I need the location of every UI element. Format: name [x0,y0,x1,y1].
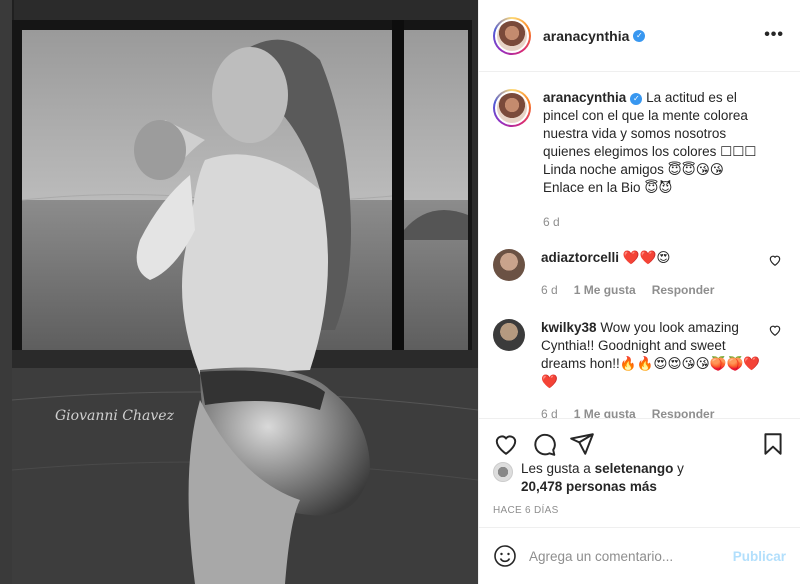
caption-time[interactable]: 6 d [543,213,560,231]
likes-mid: y [673,461,684,476]
comment-item: adiaztorcelli ❤️❤️😍 6 d 1 Me gusta Respo… [493,249,786,299]
like-heart-icon[interactable] [493,431,519,457]
comment-likes[interactable]: 1 Me gusta [574,405,636,418]
commenter-avatar[interactable] [493,249,525,281]
comment-username[interactable]: adiaztorcelli [541,250,619,265]
likes-count[interactable]: 20,478 personas más [521,479,657,494]
share-send-icon[interactable] [569,431,595,457]
post-header: aranacynthia ✓ ••• [479,0,800,72]
comment-input[interactable]: Agrega un comentario... [529,549,733,564]
author-username[interactable]: aranacynthia [543,28,629,44]
comments-list[interactable]: aranacynthia ✓ La actitud es el pincel co… [479,73,800,418]
comment-bubble-icon[interactable] [531,431,557,457]
comment-time[interactable]: 6 d [541,281,558,299]
publish-button[interactable]: Publicar [733,549,786,564]
caption-text: La actitud es el pincel con el que la me… [543,90,757,195]
likes-prefix: Les gusta a [521,461,595,476]
comment-username[interactable]: kwilky38 [541,320,597,335]
liker-avatar[interactable] [493,462,513,482]
post-photo[interactable]: Giovanni Chavez [0,0,478,584]
liker-username[interactable]: seletenango [595,461,674,476]
comment-time[interactable]: 6 d [541,405,558,418]
caption-username[interactable]: aranacynthia [543,90,626,105]
post-panel: aranacynthia ✓ ••• aranacynthia ✓ La acti… [478,0,800,584]
verified-icon: ✓ [633,29,646,42]
comment-text: ❤️❤️😍 [622,250,671,265]
caption-avatar[interactable] [493,89,531,127]
verified-icon: ✓ [630,93,643,105]
bookmark-icon[interactable] [760,431,786,457]
like-comment-heart-icon[interactable] [768,323,782,337]
comment-item: kwilky38 Wow you look amazing Cynthia!! … [493,319,786,418]
watermark-text: Giovanni Chavez [55,408,175,424]
caption: aranacynthia ✓ La actitud es el pincel co… [493,89,786,231]
like-comment-heart-icon[interactable] [768,253,782,267]
reply-button[interactable]: Responder [652,405,715,418]
photo-image: Giovanni Chavez [0,0,478,584]
reply-button[interactable]: Responder [652,281,715,299]
comment-composer: Agrega un comentario... Publicar [479,527,800,584]
post-timestamp[interactable]: HACE 6 DÍAS [493,505,559,516]
commenter-avatar[interactable] [493,319,525,351]
likes-summary: Les gusta a seletenango y 20,478 persona… [493,460,786,496]
comment-likes[interactable]: 1 Me gusta [574,281,636,299]
more-options-icon[interactable]: ••• [764,26,784,44]
emoji-smile-icon[interactable] [493,544,517,568]
author-avatar[interactable] [493,16,531,55]
